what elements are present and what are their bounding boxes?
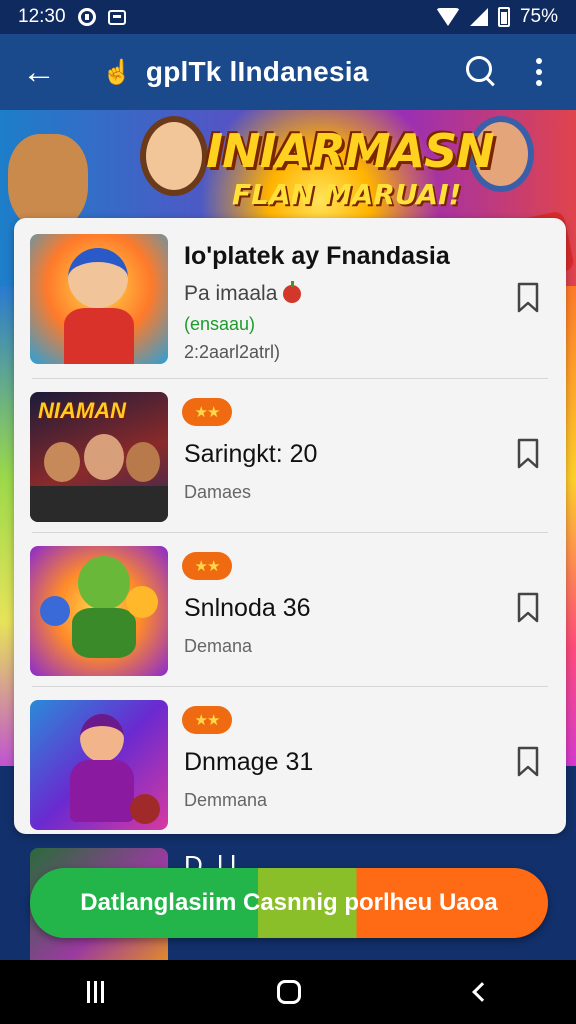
notification-icon	[77, 8, 96, 26]
list-item[interactable]: Io'platek ay Fnandasia Pa imaala (ensaau…	[14, 228, 566, 381]
game-thumbnail	[30, 234, 168, 364]
star-badge-icon: ★★	[182, 398, 232, 426]
game-list-card: Io'platek ay Fnandasia Pa imaala (ensaau…	[14, 218, 566, 834]
divider	[32, 378, 548, 379]
item-subtitle: Demana	[184, 636, 253, 656]
app-title: gplTk lIndanesia	[145, 56, 369, 87]
list-item[interactable]: ★★ Dnmage 31 Demmana	[14, 694, 566, 847]
banner-title: INIARMASN	[206, 124, 495, 178]
item-status: (ensaau)	[184, 314, 256, 334]
item-title: Io'platek ay Fnandasia	[184, 242, 450, 270]
divider	[32, 532, 548, 533]
back-arrow-icon[interactable]: ←	[22, 55, 62, 89]
recents-icon[interactable]	[86, 981, 104, 1003]
apple-icon	[283, 281, 302, 304]
status-bar: 12:30 75%	[0, 0, 576, 34]
divider	[32, 686, 548, 687]
banner-character-dog	[8, 134, 88, 230]
list-item[interactable]: ★★ Snlnoda 36 Demana	[14, 540, 566, 693]
bookmark-icon[interactable]	[516, 282, 540, 314]
banner-subtitle: FLAN MARUAI!	[232, 178, 462, 211]
star-badge-icon: ★★	[182, 706, 232, 734]
home-icon[interactable]	[277, 980, 302, 1004]
star-badge-icon: ★★	[182, 552, 232, 580]
app-bar: ← ☝ gplTk lIndanesia	[0, 34, 576, 110]
bookmark-icon[interactable]	[516, 592, 540, 624]
more-vert-icon[interactable]	[524, 52, 554, 92]
bookmark-icon[interactable]	[516, 438, 540, 470]
item-meta: 2:2aarl2atrl)	[184, 342, 281, 362]
bookmark-icon[interactable]	[516, 746, 540, 778]
game-thumbnail: NIAMAN	[30, 392, 168, 522]
item-subtitle: Demmana	[184, 790, 268, 810]
nav-back-icon[interactable]	[472, 982, 493, 1002]
item-title: Saringkt: 20	[184, 440, 318, 468]
thumbnail-label: NIAMAN	[38, 398, 126, 423]
battery-icon	[497, 7, 510, 27]
item-title: Snlnoda 36	[184, 594, 311, 622]
banner-character-girl	[140, 116, 208, 196]
signal-icon	[469, 8, 488, 26]
item-subtitle: Damaes	[184, 482, 252, 502]
list-item[interactable]: NIAMAN ★★ Saringkt: 20 Damaes	[14, 386, 566, 539]
side-decoration-left	[0, 286, 14, 766]
item-subtitle: Pa imaala	[184, 281, 302, 306]
system-nav-bar	[0, 960, 576, 1024]
battery-percent: 75%	[519, 6, 558, 27]
thumb-up-icon: ☝	[102, 58, 132, 86]
message-icon	[107, 9, 126, 25]
search-icon[interactable]	[462, 52, 502, 92]
cta-button[interactable]: Datlanglasiim Casnnig porlheu Uaoa	[30, 868, 548, 938]
status-time: 12:30	[18, 6, 66, 27]
game-thumbnail	[30, 700, 168, 830]
item-title: Dnmage 31	[184, 748, 314, 776]
wifi-icon	[435, 8, 460, 26]
game-thumbnail	[30, 546, 168, 676]
